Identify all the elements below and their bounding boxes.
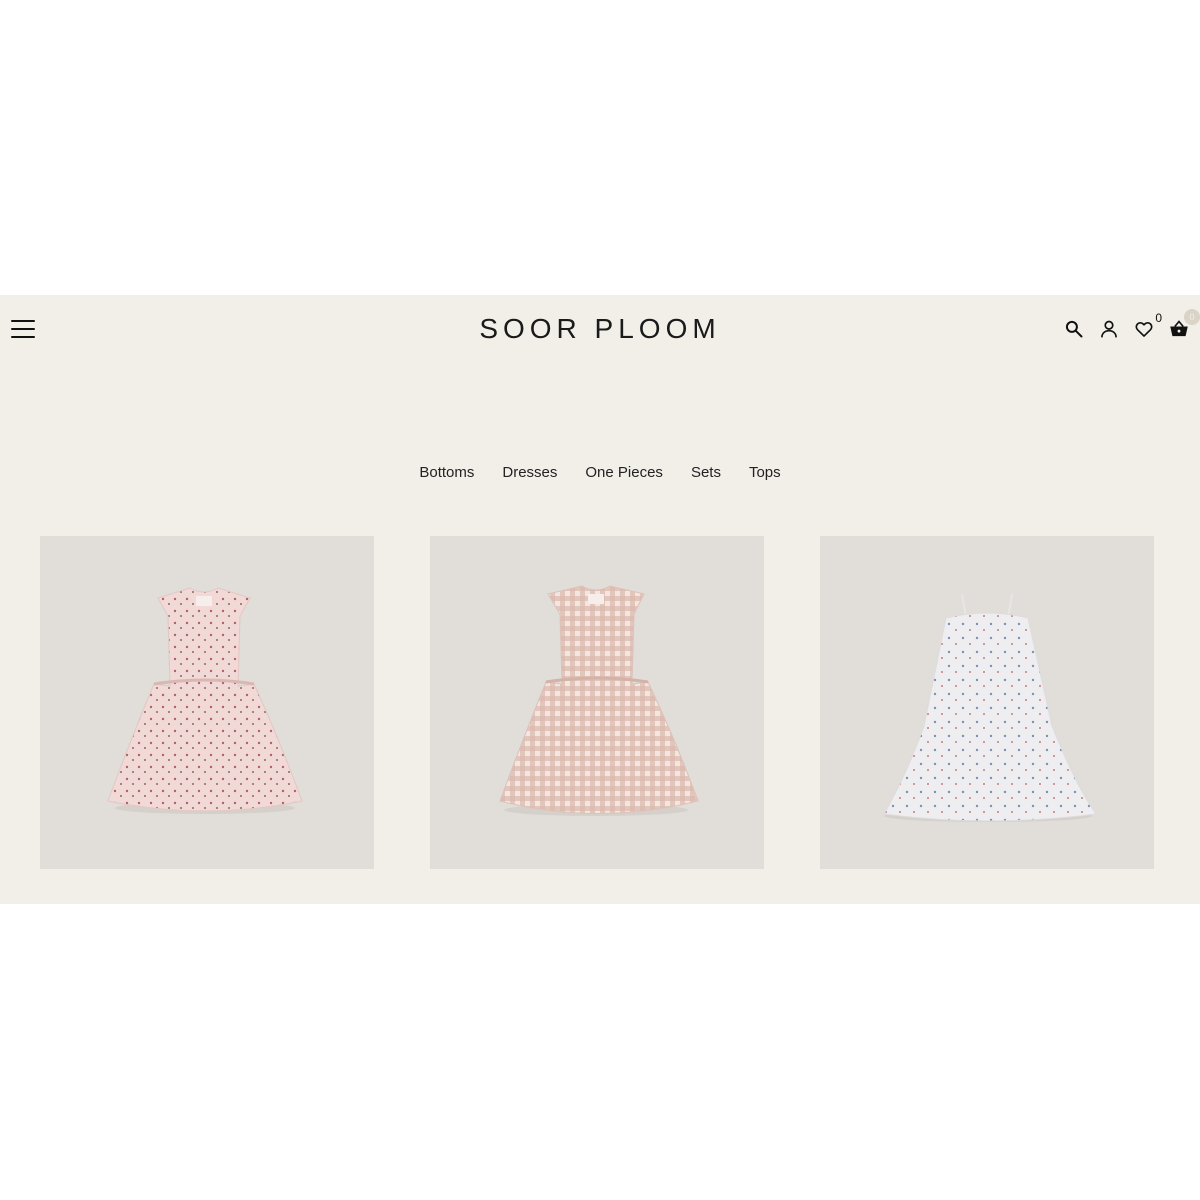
basket-icon[interactable]: 0: [1168, 309, 1200, 340]
user-icon[interactable]: [1098, 318, 1120, 340]
cart-count-badge: 0: [1184, 309, 1200, 325]
search-icon[interactable]: [1063, 318, 1085, 340]
site-logo[interactable]: SOOR PLOOM: [0, 313, 1200, 345]
product-card-white-floral-sundress[interactable]: [820, 536, 1154, 869]
dress-image: [107, 587, 303, 814]
wishlist-count: 0: [1155, 311, 1162, 325]
dress-image: [883, 593, 1097, 822]
category-link-tops[interactable]: Tops: [749, 464, 781, 481]
dress-image: [499, 585, 699, 816]
category-link-bottoms[interactable]: Bottoms: [419, 464, 474, 481]
site-header: SOOR PLOOM 0 0: [0, 295, 1200, 365]
header-icons: 0 0: [1063, 309, 1200, 343]
heart-icon[interactable]: 0: [1133, 311, 1162, 340]
category-link-one-pieces[interactable]: One Pieces: [585, 464, 663, 481]
category-nav: Bottoms Dresses One Pieces Sets Tops: [0, 464, 1200, 481]
product-card-pink-gingham-pinafore[interactable]: [430, 536, 764, 869]
site-canvas: SOOR PLOOM 0 0 Bottoms Dresses One Piece…: [0, 295, 1200, 904]
category-link-dresses[interactable]: Dresses: [502, 464, 557, 481]
product-card-pink-floral-pinafore[interactable]: [40, 536, 374, 869]
category-link-sets[interactable]: Sets: [691, 464, 721, 481]
product-grid: [40, 536, 1154, 869]
